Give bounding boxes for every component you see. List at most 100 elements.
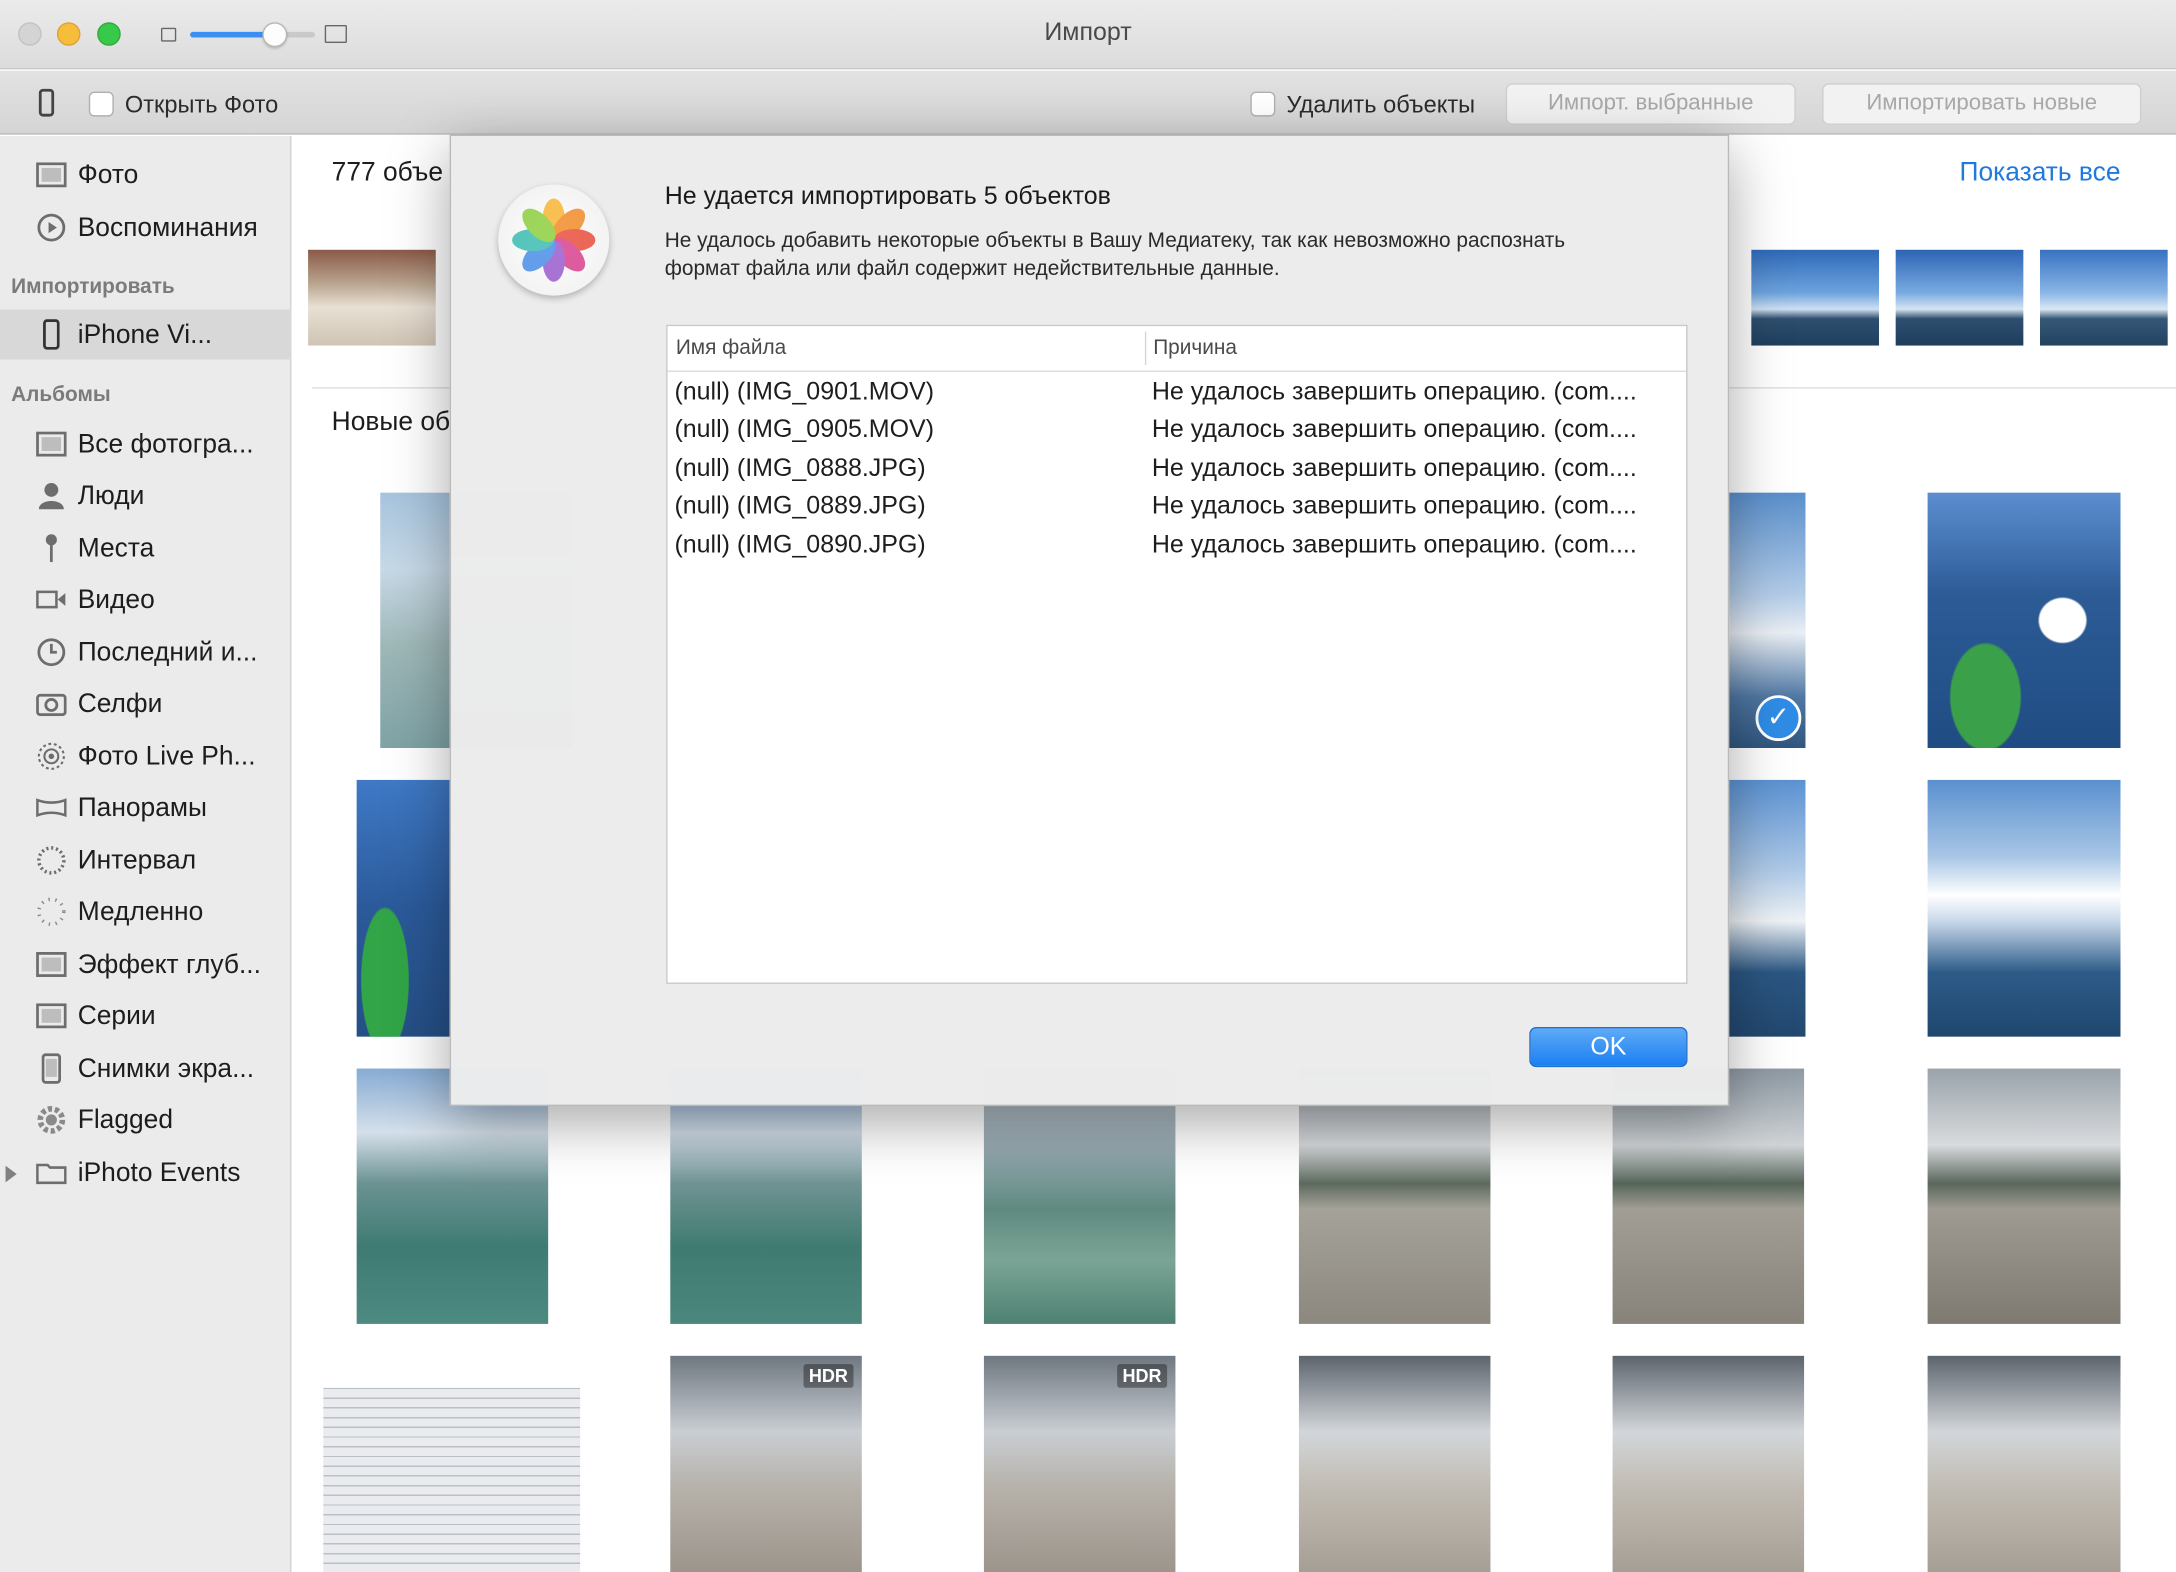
sidebar-item-flagged[interactable]: Flagged [0, 1095, 291, 1145]
photo-thumbnail[interactable] [1927, 1355, 2121, 1572]
photo-thumbnail[interactable]: HDR [983, 1355, 1176, 1572]
folder-icon [36, 1159, 67, 1187]
import-new-button[interactable]: Импортировать новые [1822, 83, 2142, 125]
clock-icon [36, 638, 67, 667]
delete-items-label: Удалить объекты [1286, 91, 1476, 118]
sidebar-item-places[interactable]: Места [0, 523, 291, 573]
error-row-reason: Не удалось завершить операцию. (com.... [1151, 453, 1637, 482]
dialog-title: Не удается импортировать 5 объектов [664, 181, 1111, 210]
sidebar-item-live-photos[interactable]: Фото Live Ph... [0, 731, 291, 781]
selfie-camera-icon [36, 690, 67, 718]
window-title: Импорт [1044, 18, 1132, 46]
error-row-reason: Не удалось завершить операцию. (com.... [1151, 377, 1637, 406]
new-items-title: Новые об [331, 407, 451, 438]
sidebar-item-label: Интервал [77, 846, 197, 876]
error-row-reason: Не удалось завершить операцию. (com.... [1151, 530, 1637, 558]
sidebar-item-timelapse[interactable]: Интервал [0, 835, 291, 885]
error-row-filename: (null) (IMG_0901.MOV) [674, 377, 935, 406]
photo-thumbnail[interactable] [670, 1068, 862, 1324]
sidebar-item-label: Воспоминания [77, 213, 258, 243]
photo-thumbnail[interactable] [1927, 779, 2121, 1037]
panorama-icon [36, 794, 67, 822]
timelapse-icon [36, 846, 67, 875]
sidebar-item-label: Все фотогра... [77, 430, 254, 460]
photo-thumbnail[interactable]: HDR [670, 1355, 862, 1572]
error-row-filename: (null) (IMG_0889.JPG) [674, 491, 926, 520]
albums-section-header: Альбомы [11, 383, 111, 407]
photo-thumbnail[interactable] [323, 1387, 581, 1572]
slo-mo-icon [36, 897, 67, 926]
photo-thumbnail[interactable] [1298, 1355, 1491, 1572]
error-row-filename: (null) (IMG_0905.MOV) [674, 414, 935, 443]
photo-thumbnail[interactable] [308, 249, 436, 346]
show-all-link[interactable]: Показать все [1960, 158, 2121, 189]
sidebar-item-screenshots[interactable]: Снимки экра... [0, 1044, 291, 1094]
photos-import-window: Импорт Открыть Фото Удалить объекты Импо… [0, 0, 2176, 1572]
photo-thumbnail[interactable] [2039, 249, 2168, 346]
sidebar-item-label: Селфи [77, 689, 163, 719]
photo-thumbnail[interactable] [1927, 492, 2121, 748]
depth-effect-icon [36, 951, 67, 979]
import-error-dialog: Не удается импортировать 5 объектов Не у… [449, 134, 1730, 1107]
ok-button[interactable]: OK [1529, 1026, 1688, 1068]
sidebar-item-label: Медленно [77, 897, 204, 928]
gear-icon [36, 1106, 67, 1134]
sidebar-item-label: Видео [77, 585, 155, 615]
sidebar-item-iphoto-events[interactable]: iPhoto Events [0, 1148, 291, 1198]
sidebar-item-iphone[interactable]: iPhone Vi... [0, 309, 292, 360]
sidebar-item-label: iPhoto Events [77, 1158, 241, 1188]
photo-thumbnail[interactable] [1612, 1355, 1805, 1572]
sidebar-item-memories[interactable]: Воспоминания [0, 203, 291, 253]
sidebar-item-label: Места [77, 534, 155, 564]
sidebar-item-label: Фото [77, 160, 139, 191]
error-row-filename: (null) (IMG_0888.JPG) [674, 453, 926, 482]
photo-thumbnail[interactable] [356, 779, 452, 1037]
selected-checkmark-icon[interactable]: ✓ [1755, 695, 1802, 742]
photo-thumbnail[interactable] [1751, 249, 1880, 346]
open-photos-checkbox[interactable] [88, 91, 114, 117]
sidebar-item-all-photos[interactable]: Все фотогра... [0, 419, 291, 469]
sidebar-item-panoramas[interactable]: Панорамы [0, 783, 291, 833]
sidebar-item-bursts[interactable]: Серии [0, 991, 291, 1041]
sidebar-item-label: Снимки экра... [77, 1054, 255, 1084]
import-selected-button[interactable]: Импорт. выбранные [1505, 83, 1796, 125]
error-table[interactable]: Имя файла Причина (null) (IMG_0901.MOV) … [666, 324, 1688, 984]
photo-thumbnail[interactable] [1927, 1068, 2121, 1324]
sidebar-item-label: Люди [77, 481, 145, 511]
error-row-filename: (null) (IMG_0890.JPG) [674, 530, 926, 558]
photo-thumbnail[interactable] [983, 1068, 1176, 1324]
live-photo-icon [36, 742, 67, 770]
photo-thumbnail[interactable] [1612, 1068, 1805, 1324]
import-section-header: Импортировать [11, 274, 175, 299]
sidebar-item-selfies[interactable]: Селфи [0, 679, 291, 729]
photos-app-icon [498, 184, 610, 296]
sidebar-item-label: Панорамы [77, 793, 207, 823]
hdr-badge: HDR [1116, 1364, 1168, 1388]
delete-items-checkbox[interactable] [1250, 91, 1276, 117]
column-header-filename[interactable]: Имя файла [668, 326, 1145, 370]
sidebar-item-depth-effect[interactable]: Эффект глуб... [0, 940, 291, 990]
sidebar-item-people[interactable]: Люди [0, 470, 291, 520]
item-count: 777 объе [331, 158, 444, 188]
photo-thumbnail[interactable] [1729, 779, 1806, 1037]
sidebar-item-recently-deleted[interactable]: Последний и... [0, 627, 291, 677]
photo-thumbnail[interactable] [356, 1068, 549, 1324]
photo-thumbnail[interactable] [1298, 1068, 1491, 1324]
video-icon [36, 586, 67, 614]
iphone-icon [36, 319, 67, 350]
title-bar: Импорт [0, 0, 2176, 70]
disclosure-triangle-icon[interactable] [5, 1165, 17, 1183]
memories-icon [36, 213, 67, 242]
column-header-reason[interactable]: Причина [1145, 326, 1686, 370]
sidebar-item-video[interactable]: Видео [0, 575, 291, 625]
hdr-badge: HDR [803, 1364, 854, 1388]
sidebar-item-slo-mo[interactable]: Медленно [0, 887, 291, 937]
header-divider [667, 370, 1687, 372]
sidebar-item-label: Серии [77, 1001, 156, 1032]
photo-thumbnail[interactable] [1895, 249, 2024, 346]
people-icon [36, 482, 67, 510]
toolbar: Открыть Фото Удалить объекты Импорт. выб… [0, 70, 2176, 135]
photos-icon [36, 161, 67, 189]
open-photos-label: Открыть Фото [124, 91, 279, 118]
sidebar-item-photos[interactable]: Фото [0, 150, 291, 200]
